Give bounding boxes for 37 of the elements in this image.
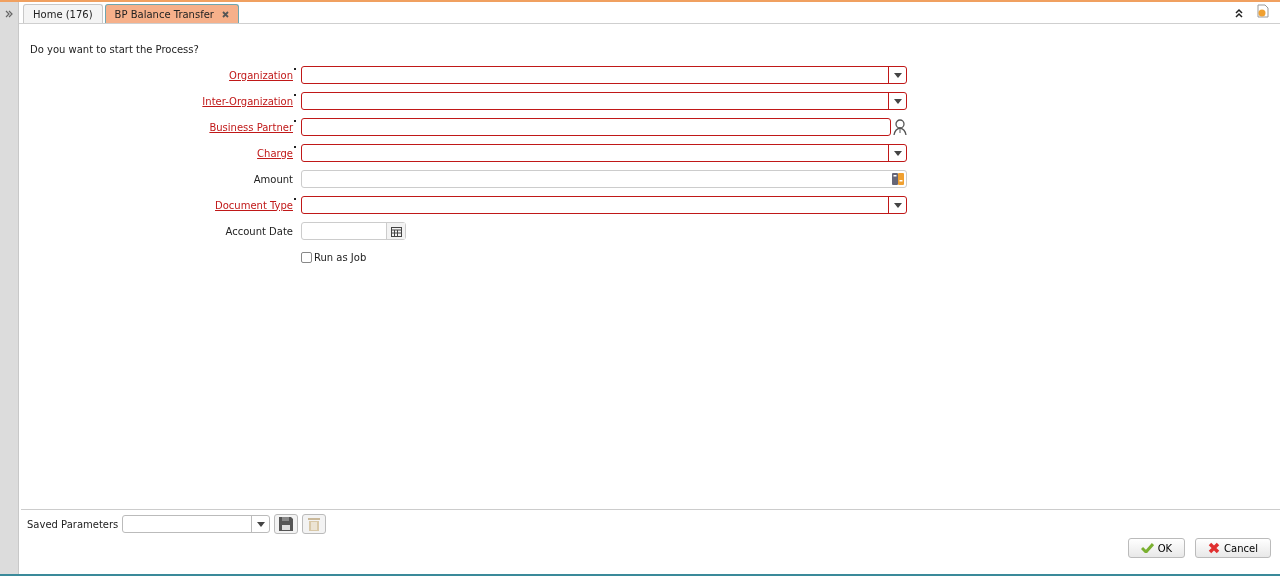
close-icon[interactable]: [221, 10, 229, 18]
date-field[interactable]: [301, 222, 406, 240]
checkbox-label[interactable]: Run as Job: [314, 251, 367, 263]
close-icon: [1208, 542, 1221, 554]
caret-icon: [256, 521, 265, 527]
field-label: Account Date: [225, 225, 293, 237]
dropdown-field[interactable]: [301, 66, 907, 84]
person-icon[interactable]: [893, 119, 907, 135]
ok-button[interactable]: OK: [1127, 538, 1186, 558]
expand-icon[interactable]: [5, 10, 13, 18]
search-field[interactable]: [301, 118, 891, 136]
field-label[interactable]: Charge: [257, 147, 293, 159]
caret-icon: [893, 72, 902, 78]
prompt-text: Do you want to start the Process?: [30, 44, 200, 55]
field-label: Amount: [253, 173, 293, 185]
tab[interactable]: BP Balance Transfer: [104, 4, 239, 23]
checkmark-icon: [1140, 543, 1154, 553]
field-label[interactable]: Document Type: [215, 199, 293, 211]
collapse-icon[interactable]: [1234, 8, 1244, 18]
calendar-icon[interactable]: [390, 225, 402, 237]
tab[interactable]: Home (176): [23, 4, 103, 23]
calculator-icon[interactable]: [892, 173, 904, 185]
checkbox[interactable]: [301, 251, 312, 263]
dropdown-field[interactable]: [301, 196, 907, 214]
saved-parameters-label: Saved Parameters: [27, 518, 119, 530]
cancel-button[interactable]: Cancel: [1195, 538, 1271, 558]
amount-field[interactable]: [301, 170, 907, 188]
save-button[interactable]: [274, 514, 299, 534]
dropdown-field[interactable]: [301, 144, 907, 162]
dropdown-field[interactable]: [301, 92, 907, 110]
field-label[interactable]: Organization: [229, 69, 293, 81]
caret-icon: [893, 98, 902, 104]
trash-icon: [306, 516, 323, 532]
field-label[interactable]: Business Partner: [209, 121, 293, 133]
caret-icon: [893, 202, 902, 208]
field-label[interactable]: Inter-Organization: [202, 95, 293, 107]
caret-icon: [893, 150, 902, 156]
